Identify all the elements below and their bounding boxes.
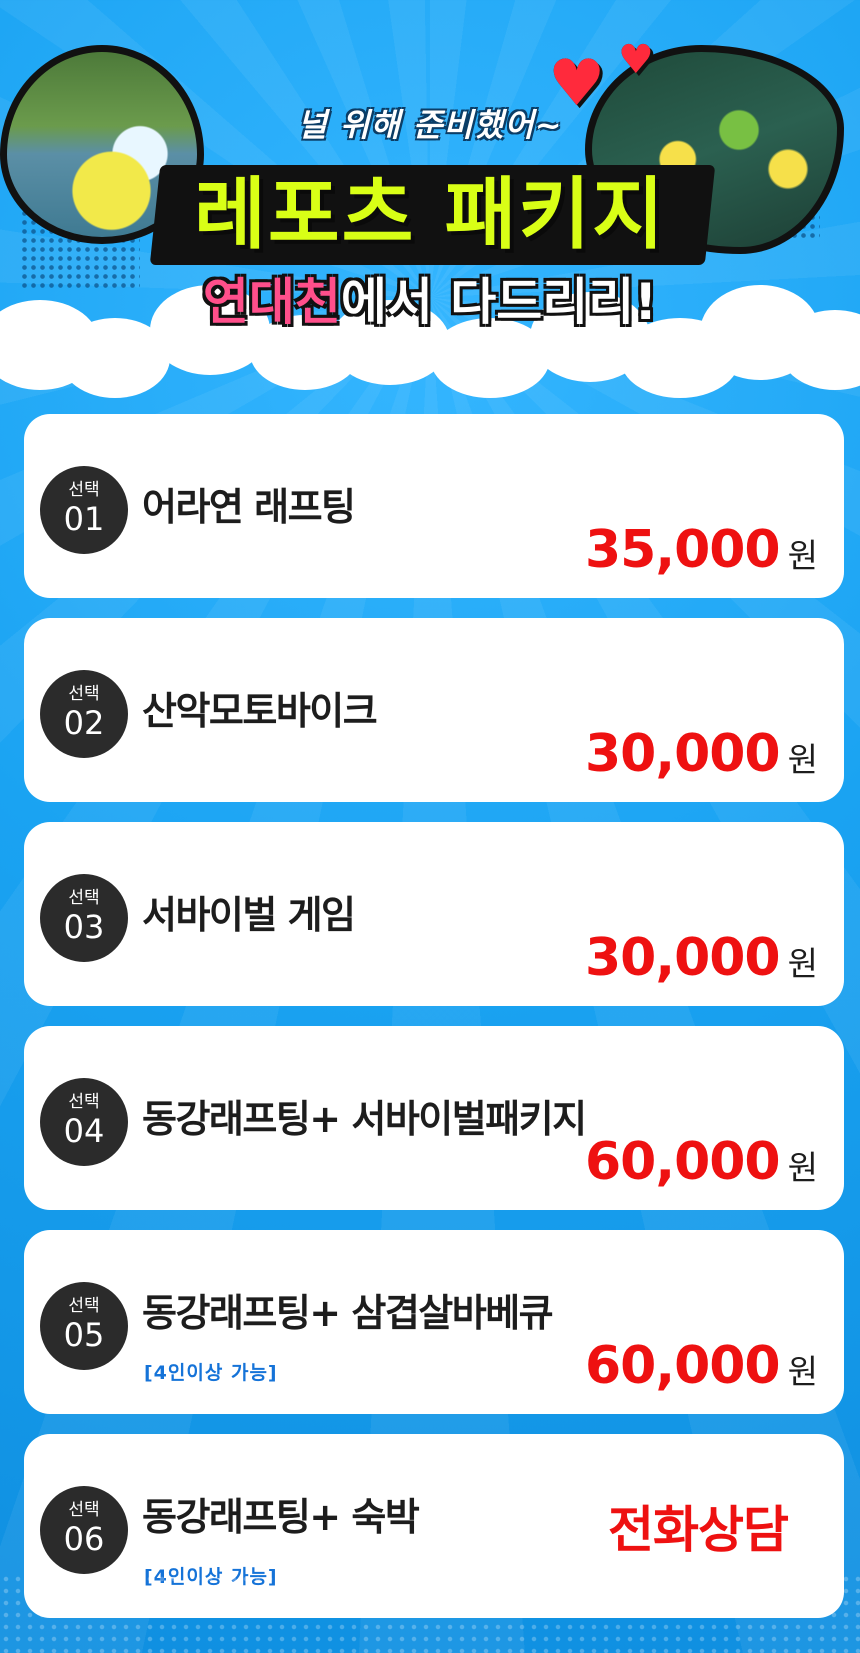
badge-label: 선택 — [68, 1092, 100, 1112]
badge-label: 선택 — [68, 888, 100, 908]
heart-icon: ♥ — [618, 37, 654, 83]
option-badge: 선택 06 — [40, 1486, 128, 1574]
price-unit: 원 — [787, 1352, 818, 1391]
badge-number: 01 — [63, 500, 105, 538]
price-amount: 60,000 — [584, 1132, 781, 1192]
badge-number: 02 — [63, 704, 105, 742]
package-note: [4인이상 가능] — [144, 1362, 278, 1384]
option-badge: 선택 02 — [40, 670, 128, 758]
option-badge: 선택 01 — [40, 466, 128, 554]
subtitle-rest: 에서 다드리리! — [340, 273, 658, 331]
package-card-01[interactable]: 선택 01 어라연 래프팅 35,000 원 — [24, 414, 844, 598]
package-name: 동강래프팅+ 서바이벌패키지 — [142, 1097, 587, 1141]
package-card-03[interactable]: 선택 03 서바이벌 게임 30,000 원 — [24, 822, 844, 1006]
price-amount: 35,000 — [584, 520, 781, 580]
price-unit: 원 — [787, 740, 818, 779]
price-amount: 30,000 — [584, 928, 781, 988]
package-card-05[interactable]: 선택 05 동강래프팅+ 삼겹살바베큐 [4인이상 가능] 60,000 원 — [24, 1230, 844, 1414]
badge-number: 04 — [63, 1112, 105, 1150]
package-name: 동강래프팅+ 삼겹살바베큐 — [142, 1291, 554, 1335]
price-unit: 원 — [787, 536, 818, 575]
price-unit: 원 — [787, 944, 818, 983]
badge-number: 06 — [63, 1520, 105, 1558]
package-price: 60,000 원 — [585, 1134, 818, 1202]
price-amount: 60,000 — [584, 1336, 781, 1396]
hero-banner: ♥ ♥ 널 위해 준비했어~ 레포츠 패키지 연대천에서 다드리리! — [0, 0, 860, 400]
package-price: 35,000 원 — [585, 522, 818, 590]
badge-label: 선택 — [68, 480, 100, 500]
package-price: 30,000 원 — [585, 930, 818, 998]
option-badge: 선택 03 — [40, 874, 128, 962]
hero-subtitle: 연대천에서 다드리리! — [0, 272, 860, 332]
package-name: 어라연 래프팅 — [142, 485, 356, 529]
subtitle-highlight: 연대천 — [202, 273, 341, 331]
package-name: 동강래프팅+ 숙박 — [142, 1495, 420, 1539]
badge-label: 선택 — [68, 1296, 100, 1316]
option-badge: 선택 04 — [40, 1078, 128, 1166]
badge-number: 05 — [63, 1316, 105, 1354]
badge-label: 선택 — [68, 684, 100, 704]
badge-label: 선택 — [68, 1500, 100, 1520]
package-card-02[interactable]: 선택 02 산악모토바이크 30,000 원 — [24, 618, 844, 802]
price-amount: 30,000 — [584, 724, 781, 784]
price-unit: 원 — [787, 1148, 818, 1187]
hero-title: 레포츠 패키지 — [194, 170, 666, 260]
package-price: 30,000 원 — [585, 726, 818, 794]
package-name: 서바이벌 게임 — [142, 893, 356, 937]
hero-tagline: 널 위해 준비했어~ — [297, 106, 563, 144]
phone-consult-label[interactable]: 전화상담 — [608, 1500, 789, 1560]
package-card-04[interactable]: 선택 04 동강래프팅+ 서바이벌패키지 60,000 원 — [24, 1026, 844, 1210]
badge-number: 03 — [63, 908, 105, 946]
option-badge: 선택 05 — [40, 1282, 128, 1370]
package-name: 산악모토바이크 — [142, 689, 378, 733]
bottom-dot-pattern — [0, 1573, 860, 1653]
package-price: 60,000 원 — [585, 1338, 818, 1406]
